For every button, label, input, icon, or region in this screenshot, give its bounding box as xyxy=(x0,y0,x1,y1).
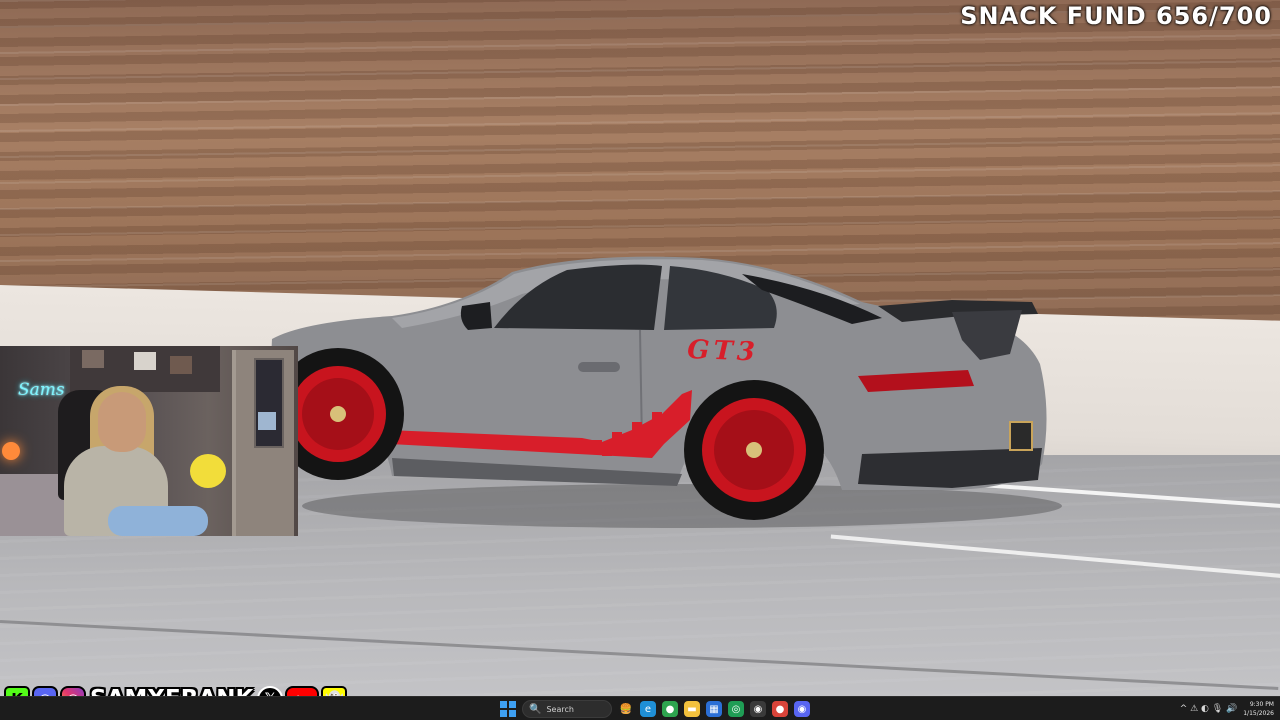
taskbar-clock[interactable]: 9:30 PM 1/15/2026 xyxy=(1243,700,1274,718)
search-placeholder: Search xyxy=(546,704,574,714)
car-illustration: GT3 xyxy=(271,256,1062,528)
discord-app-icon[interactable]: ◉ xyxy=(794,701,810,717)
room-screen xyxy=(258,412,276,430)
shelf-item xyxy=(82,350,104,368)
neon-sign: Sams xyxy=(18,380,65,400)
gt3-badge: GT3 xyxy=(687,335,760,367)
windows-start-icon[interactable] xyxy=(500,701,516,717)
tray-icons[interactable]: ^ ⚠ ◐ 🎙 🔊 xyxy=(1180,704,1238,714)
streamer-face xyxy=(98,392,146,452)
room-mirror xyxy=(254,358,284,448)
search-icon: 🔍 xyxy=(529,703,542,715)
taskbar-search[interactable]: 🔍 Search xyxy=(522,700,612,718)
system-tray: ^ ⚠ ◐ 🎙 🔊 9:30 PM 1/15/2026 xyxy=(1180,697,1274,720)
chrome-2-app-icon[interactable]: ● xyxy=(772,701,788,717)
taskbar-apps: 🍔 e ● ▬ ▦ ◎ ◉ ● ◉ xyxy=(618,701,810,717)
snack-fund-counter: SNACK FUND 656/700 xyxy=(960,2,1272,30)
chrome-app-icon[interactable]: ● xyxy=(662,701,678,717)
xbox-app-icon[interactable]: ◎ xyxy=(728,701,744,717)
snack-fund-value: 656/700 xyxy=(1156,2,1272,30)
file-explorer-app-icon[interactable]: ▬ xyxy=(684,701,700,717)
widgets-app-icon[interactable]: 🍔 xyxy=(618,701,634,717)
plush-toy xyxy=(190,454,226,488)
streamer-jeans xyxy=(108,506,208,536)
store-app-icon[interactable]: ▦ xyxy=(706,701,722,717)
room-lamp xyxy=(2,442,20,460)
obs-app-icon[interactable]: ◉ xyxy=(750,701,766,717)
clock-time: 9:30 PM xyxy=(1249,701,1274,708)
taskbar-center: 🔍 Search 🍔 e ● ▬ ▦ ◎ ◉ ● ◉ xyxy=(500,699,810,719)
shelf-item xyxy=(170,356,192,374)
shelf-item xyxy=(134,352,156,370)
clock-date: 1/15/2026 xyxy=(1243,710,1274,717)
porsche-gt3-car: GT3 xyxy=(262,244,1062,534)
snack-fund-label: SNACK FUND xyxy=(960,2,1147,30)
windows-taskbar: 🔍 Search 🍔 e ● ▬ ▦ ◎ ◉ ● ◉ ^ ⚠ ◐ 🎙 🔊 9:30 PM 1/1… xyxy=(0,696,1280,720)
webcam-overlay: Sams xyxy=(0,346,298,536)
edge-app-icon[interactable]: e xyxy=(640,701,656,717)
